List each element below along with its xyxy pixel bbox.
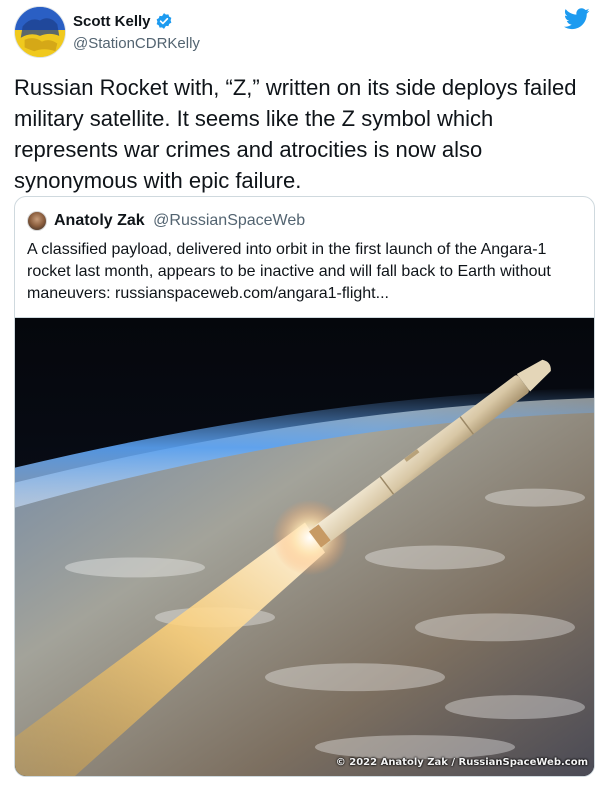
tweet-text: Russian Rocket with, “Z,” written on its… <box>14 75 577 193</box>
quoted-media[interactable]: © 2022 Anatoly Zak / RussianSpaceWeb.com <box>15 317 594 776</box>
quoted-tweet[interactable]: Anatoly Zak @RussianSpaceWeb A classifie… <box>14 196 595 777</box>
quoted-author-header: Anatoly Zak @RussianSpaceWeb <box>54 211 305 231</box>
quoted-author-handle[interactable]: @RussianSpaceWeb <box>153 212 305 229</box>
rocket-launch-image <box>15 318 594 776</box>
tweet-card: Scott Kelly @StationCDRKelly Russian Roc… <box>0 0 604 785</box>
quoted-author-name[interactable]: Anatoly Zak <box>54 212 145 229</box>
author-name[interactable]: Scott Kelly <box>73 13 151 30</box>
avatar-ukraine-flag <box>15 7 65 57</box>
author-name-row: Scott Kelly <box>73 10 173 32</box>
author-handle[interactable]: @StationCDRKelly <box>73 35 200 52</box>
author-avatar[interactable] <box>14 6 66 58</box>
twitter-bird-icon[interactable] <box>564 8 590 30</box>
verified-badge-icon <box>156 13 171 29</box>
quoted-tweet-text: A classified payload, delivered into orb… <box>27 241 551 302</box>
image-credit: © 2022 Anatoly Zak / RussianSpaceWeb.com <box>335 757 588 768</box>
quoted-author-avatar[interactable] <box>27 211 47 231</box>
